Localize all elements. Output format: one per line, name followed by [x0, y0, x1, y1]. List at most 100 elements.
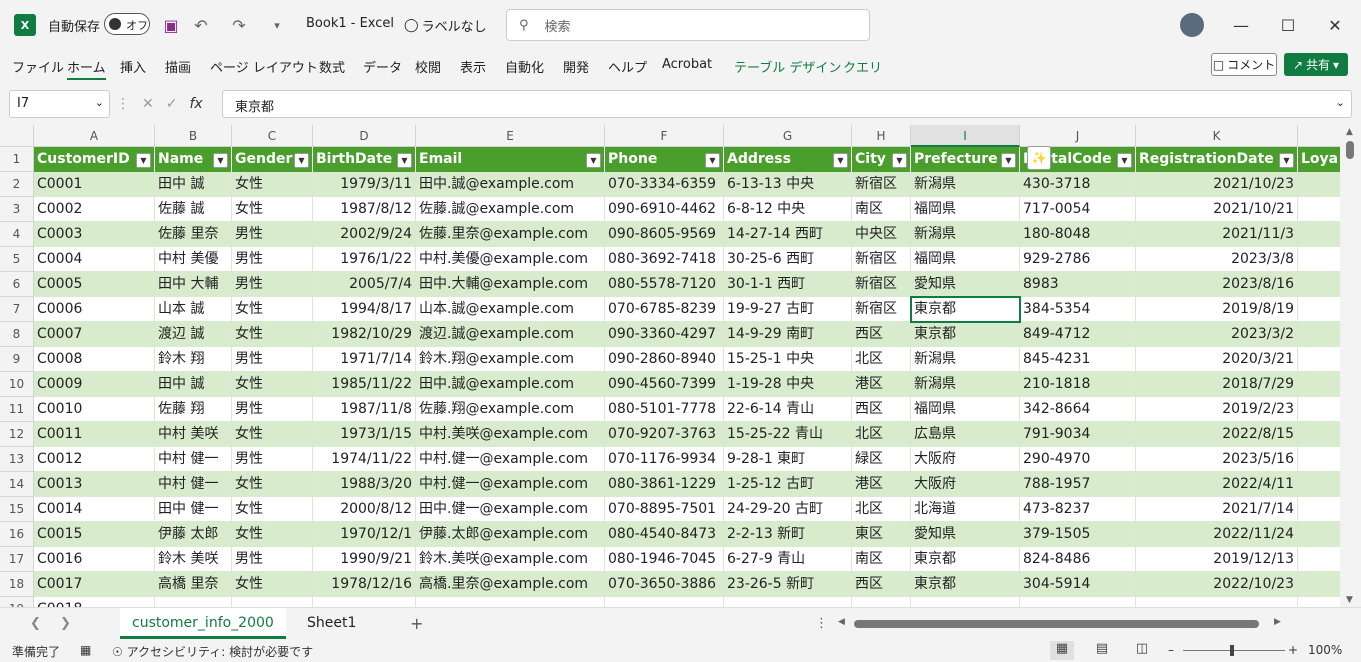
tab-query[interactable]: クエリ — [843, 57, 882, 76]
column-header-g[interactable]: G — [724, 125, 852, 147]
table-cell[interactable]: 210-1818 — [1020, 372, 1136, 397]
table-cell[interactable]: 渡辺.誠@example.com — [416, 322, 605, 347]
table-cell[interactable]: 080-3861-1229 — [605, 472, 724, 497]
table-cell[interactable] — [1298, 597, 1340, 607]
filter-dropdown-icon[interactable]: ▼ — [586, 153, 601, 168]
comment-button[interactable]: □ コメント — [1211, 53, 1277, 76]
table-cell[interactable]: 2002/9/24 — [313, 222, 416, 247]
column-header-i[interactable]: I — [911, 125, 1020, 147]
table-cell[interactable]: 広島県 — [911, 422, 1020, 447]
filter-dropdown-icon[interactable]: ▼ — [833, 153, 848, 168]
table-cell[interactable]: 女性 — [232, 172, 313, 197]
table-cell[interactable]: 新宿区 — [852, 172, 911, 197]
table-cell[interactable]: 田中 誠 — [155, 172, 232, 197]
table-cell[interactable]: C0017 — [34, 572, 155, 597]
table-cell[interactable] — [1298, 247, 1340, 272]
table-cell[interactable]: C0006 — [34, 297, 155, 322]
table-cell[interactable]: 30-25-6 西町 — [724, 247, 852, 272]
table-cell[interactable]: 2021/10/23 — [1136, 172, 1298, 197]
table-cell[interactable]: 23-26-5 新町 — [724, 572, 852, 597]
table-cell[interactable]: 14-27-14 西町 — [724, 222, 852, 247]
table-cell[interactable]: 港区 — [852, 472, 911, 497]
table-cell[interactable] — [1298, 172, 1340, 197]
name-box[interactable]: I7 ⌄ — [9, 90, 110, 118]
table-cell[interactable]: 2021/10/21 — [1136, 197, 1298, 222]
table-cell[interactable]: 田中 大輔 — [155, 272, 232, 297]
table-cell[interactable]: 15-25-22 青山 — [724, 422, 852, 447]
table-cell[interactable] — [1298, 347, 1340, 372]
table-cell[interactable]: 男性 — [232, 347, 313, 372]
table-cell[interactable]: 090-3360-4297 — [605, 322, 724, 347]
sheet-tab-sheet1[interactable]: Sheet1 — [295, 608, 368, 639]
table-cell[interactable]: 鈴木 翔 — [155, 347, 232, 372]
table-cell[interactable]: 山本.誠@example.com — [416, 297, 605, 322]
table-cell[interactable]: 14-9-29 南町 — [724, 322, 852, 347]
select-all-corner[interactable] — [0, 125, 34, 147]
table-cell[interactable]: 中村 健一 — [155, 472, 232, 497]
table-cell[interactable]: 鈴木.美咲@example.com — [416, 547, 605, 572]
table-header-cell[interactable]: BirthDate ▼ — [313, 147, 416, 172]
column-header-c[interactable]: C — [232, 125, 313, 147]
scroll-left-icon[interactable]: ◀ — [838, 617, 845, 627]
table-cell[interactable]: 佐藤 里奈 — [155, 222, 232, 247]
table-cell[interactable]: 1987/8/12 — [313, 197, 416, 222]
table-cell[interactable]: C0009 — [34, 372, 155, 397]
column-header-l[interactable] — [1298, 125, 1340, 147]
table-cell[interactable]: 19-9-27 古町 — [724, 297, 852, 322]
table-cell[interactable]: 福岡県 — [911, 247, 1020, 272]
table-cell[interactable] — [232, 597, 313, 607]
row-header[interactable]: 13 — [0, 447, 34, 472]
table-cell[interactable]: 東京都 — [911, 572, 1020, 597]
accessibility-status[interactable]: ☉ アクセシビリティ: 検討が必要です — [112, 643, 313, 660]
table-cell[interactable]: 791-9034 — [1020, 422, 1136, 447]
tab-review[interactable]: 校閲 — [415, 57, 441, 76]
table-cell[interactable]: 鈴木.翔@example.com — [416, 347, 605, 372]
filter-dropdown-icon[interactable]: ▼ — [1117, 153, 1132, 168]
table-cell[interactable]: 080-4540-8473 — [605, 522, 724, 547]
table-cell[interactable]: 北区 — [852, 347, 911, 372]
vertical-scrollbar[interactable]: ▲ ▼ — [1340, 125, 1361, 607]
table-cell[interactable]: 田中 健一 — [155, 497, 232, 522]
save-icon[interactable]: ▣ — [160, 14, 182, 36]
table-cell[interactable]: 070-3334-6359 — [605, 172, 724, 197]
table-cell[interactable]: 1970/12/1 — [313, 522, 416, 547]
filter-dropdown-icon[interactable]: ▼ — [1001, 153, 1016, 168]
table-cell[interactable]: 070-3650-3886 — [605, 572, 724, 597]
table-cell[interactable]: 929-2786 — [1020, 247, 1136, 272]
table-cell[interactable]: 2022/8/15 — [1136, 422, 1298, 447]
table-cell[interactable]: 2000/8/12 — [313, 497, 416, 522]
table-cell[interactable]: 佐藤 誠 — [155, 197, 232, 222]
table-cell[interactable]: 080-1946-7045 — [605, 547, 724, 572]
table-cell[interactable]: 鈴木 美咲 — [155, 547, 232, 572]
table-cell[interactable]: 北区 — [852, 497, 911, 522]
table-cell[interactable]: 東京都 — [911, 322, 1020, 347]
table-cell[interactable]: 新宿区 — [852, 297, 911, 322]
table-cell[interactable]: 南区 — [852, 197, 911, 222]
table-cell[interactable]: 高橋.里奈@example.com — [416, 572, 605, 597]
table-cell[interactable]: 男性 — [232, 222, 313, 247]
search-box[interactable]: ⚲ 検索 — [506, 9, 870, 41]
table-cell[interactable]: C0013 — [34, 472, 155, 497]
table-cell[interactable]: 新宿区 — [852, 247, 911, 272]
row-header[interactable]: 5 — [0, 247, 34, 272]
table-cell[interactable]: 中村 美優 — [155, 247, 232, 272]
table-cell[interactable]: 080-5101-7778 — [605, 397, 724, 422]
normal-view-icon[interactable]: ▦ — [1050, 641, 1074, 660]
table-cell[interactable]: 渡辺 誠 — [155, 322, 232, 347]
macro-record-icon[interactable]: ▦ — [80, 643, 91, 657]
table-cell[interactable]: 田中.誠@example.com — [416, 172, 605, 197]
table-cell[interactable]: 180-8048 — [1020, 222, 1136, 247]
table-cell[interactable] — [1136, 597, 1298, 607]
table-cell[interactable]: 田中.大輔@example.com — [416, 272, 605, 297]
table-cell[interactable]: 2005/7/4 — [313, 272, 416, 297]
expand-formula-icon[interactable]: ⌄ — [1336, 96, 1345, 109]
table-cell[interactable]: C0001 — [34, 172, 155, 197]
scroll-right-icon[interactable]: ▶ — [1274, 617, 1281, 627]
table-cell[interactable]: 1979/3/11 — [313, 172, 416, 197]
tab-help[interactable]: ヘルプ — [608, 57, 647, 76]
table-cell[interactable] — [1298, 297, 1340, 322]
add-sheet-icon[interactable]: + — [410, 614, 423, 633]
row-header[interactable]: 2 — [0, 172, 34, 197]
table-cell[interactable]: 379-1505 — [1020, 522, 1136, 547]
table-header-cell[interactable]: CustomerID ▼ — [34, 147, 155, 172]
